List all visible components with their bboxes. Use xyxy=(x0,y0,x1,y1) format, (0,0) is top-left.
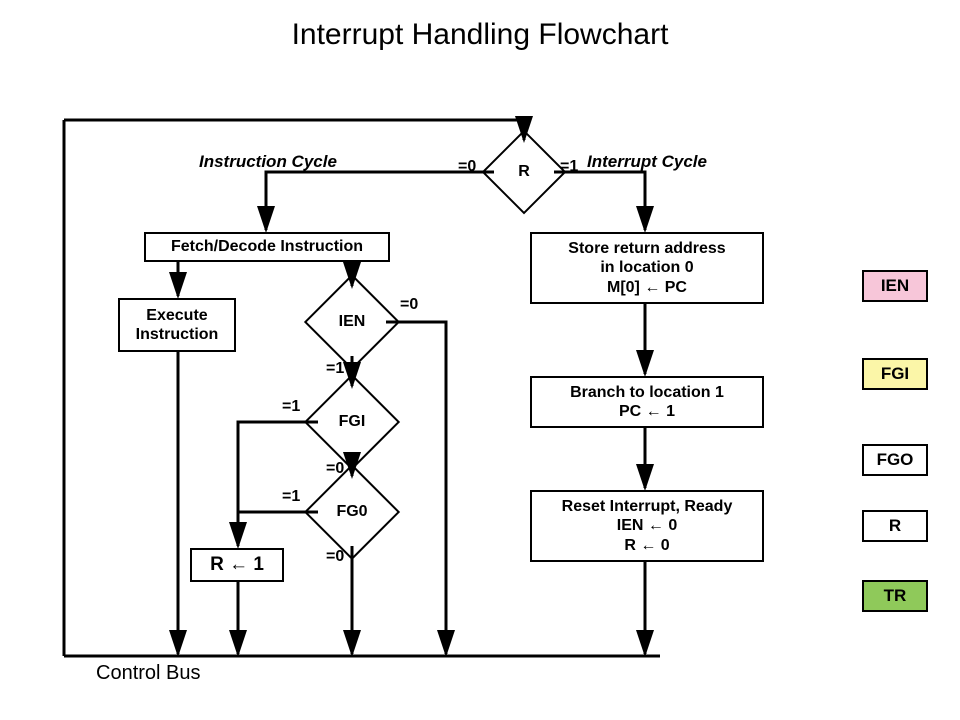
edge-R-eq1: =1 xyxy=(560,158,578,176)
box-fetch-decode: Fetch/Decode Instruction xyxy=(144,232,390,262)
edge-FG0-eq1: =1 xyxy=(282,488,300,506)
label-control-bus: Control Bus xyxy=(96,662,201,685)
decision-R-label: R xyxy=(494,142,554,202)
decision-R: R xyxy=(494,142,554,202)
edge-FG0-eq0: =0 xyxy=(326,548,344,566)
decision-FGI-label: FGI xyxy=(318,388,386,456)
legend-R: R xyxy=(862,510,928,542)
edge-IEN-eq0: =0 xyxy=(400,296,418,314)
box-r-set: R ← 1 xyxy=(190,548,284,582)
flowchart-canvas: Interrupt Handling Flowchart Instruction… xyxy=(0,0,960,720)
box-execute: Execute Instruction xyxy=(118,298,236,352)
decision-IEN: IEN xyxy=(318,288,386,356)
edge-R-eq0: =0 xyxy=(458,158,476,176)
decision-IEN-label: IEN xyxy=(318,288,386,356)
box-reset: Reset Interrupt, Ready IEN ← 0 R ← 0 xyxy=(530,490,764,562)
connectors xyxy=(0,0,960,720)
label-interrupt-cycle: Interrupt Cycle xyxy=(587,152,707,172)
edge-IEN-eq1: =1 xyxy=(326,360,344,378)
page-title: Interrupt Handling Flowchart xyxy=(0,18,960,52)
legend-FGO: FGO xyxy=(862,444,928,476)
edge-FGI-eq1: =1 xyxy=(282,398,300,416)
legend-TR: TR xyxy=(862,580,928,612)
box-branch: Branch to location 1 PC ← 1 xyxy=(530,376,764,428)
decision-FGI: FGI xyxy=(318,388,386,456)
decision-FG0-label: FG0 xyxy=(318,478,386,546)
legend-IEN: IEN xyxy=(862,270,928,302)
legend-FGI: FGI xyxy=(862,358,928,390)
box-store-return: Store return address in location 0 M[0] … xyxy=(530,232,764,304)
label-instruction-cycle: Instruction Cycle xyxy=(199,152,337,172)
decision-FG0: FG0 xyxy=(318,478,386,546)
